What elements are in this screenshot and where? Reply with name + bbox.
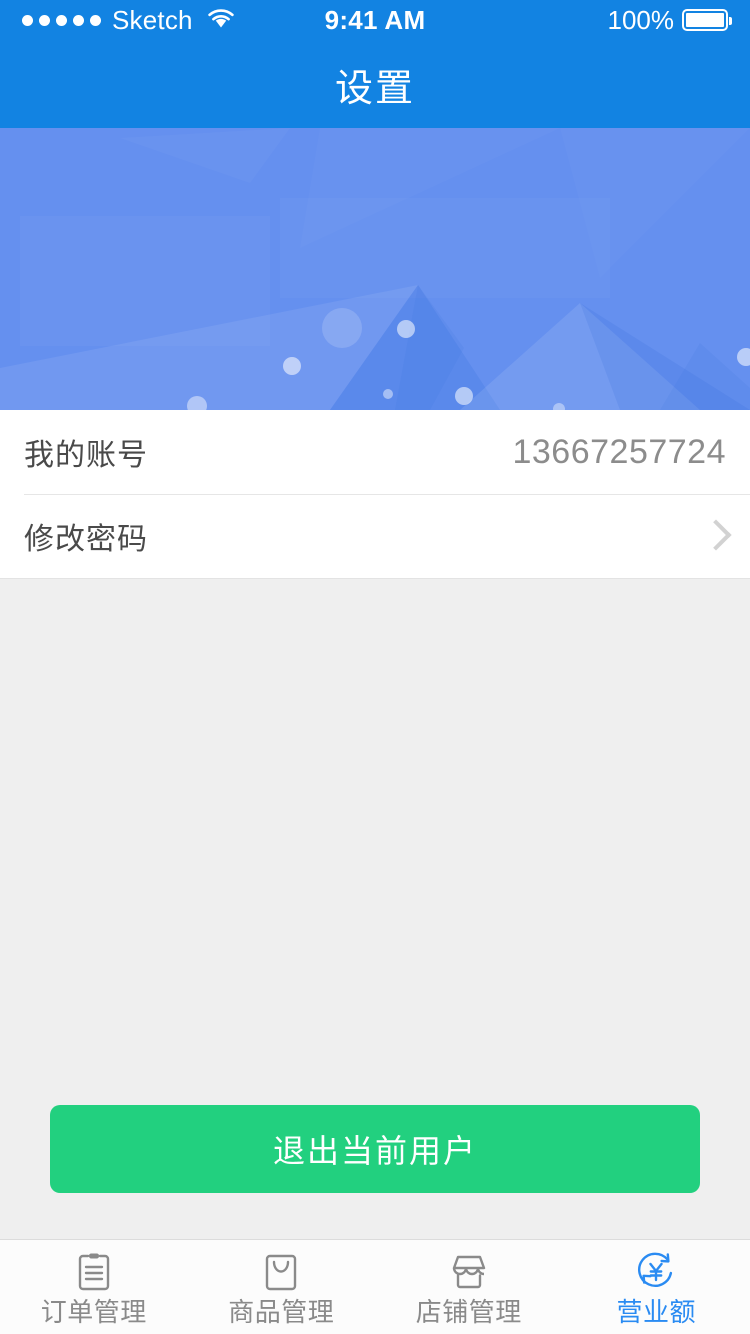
tab-product-management[interactable]: 商品管理 <box>188 1240 376 1334</box>
tab-store-management[interactable]: 店铺管理 <box>375 1240 563 1334</box>
page-title: 设置 <box>334 67 415 110</box>
chevron-right-icon <box>704 517 726 555</box>
logout-button-container: 退出当前用户 <box>0 1105 750 1193</box>
carrier-label: Sketch <box>112 5 193 35</box>
tab-bar: 订单管理 商品管理 店铺管理 营业额 <box>0 1239 750 1334</box>
settings-row-label: 我的账号 <box>24 439 148 472</box>
status-bar-left: Sketch <box>22 5 236 36</box>
shopping-bag-icon <box>259 1250 303 1294</box>
content-area: 退出当前用户 <box>0 579 750 1239</box>
wifi-icon <box>206 5 236 36</box>
settings-row-account[interactable]: 我的账号 13667257724 <box>0 410 750 494</box>
logout-button[interactable]: 退出当前用户 <box>50 1105 700 1193</box>
tab-label: 营业额 <box>616 1296 696 1327</box>
tab-label: 店铺管理 <box>415 1296 522 1327</box>
status-bar: Sketch 9:41 AM 100% <box>0 0 750 40</box>
settings-row-change-password[interactable]: 修改密码 <box>0 494 750 578</box>
storefront-icon <box>447 1250 491 1294</box>
settings-list: 我的账号 13667257724 修改密码 <box>0 410 750 579</box>
app-screen: Sketch 9:41 AM 100% 设置 我的账号 13667257724 … <box>0 0 750 1334</box>
tab-revenue[interactable]: 营业额 <box>563 1240 750 1334</box>
profile-banner <box>0 128 750 410</box>
yen-refresh-icon <box>634 1250 678 1294</box>
battery-full-icon <box>682 9 732 31</box>
status-bar-right: 100% <box>607 4 732 36</box>
tab-label: 商品管理 <box>228 1296 335 1327</box>
navigation-bar: 设置 <box>0 40 750 128</box>
signal-strength-icon <box>22 14 101 26</box>
banner-polygon-pattern <box>0 128 750 410</box>
clipboard-icon <box>72 1250 116 1294</box>
tab-order-management[interactable]: 订单管理 <box>0 1240 188 1334</box>
settings-row-label: 修改密码 <box>24 523 148 556</box>
tab-label: 订单管理 <box>40 1296 147 1327</box>
battery-percent-label: 100% <box>607 4 675 35</box>
account-phone-value: 13667257724 <box>512 432 726 471</box>
